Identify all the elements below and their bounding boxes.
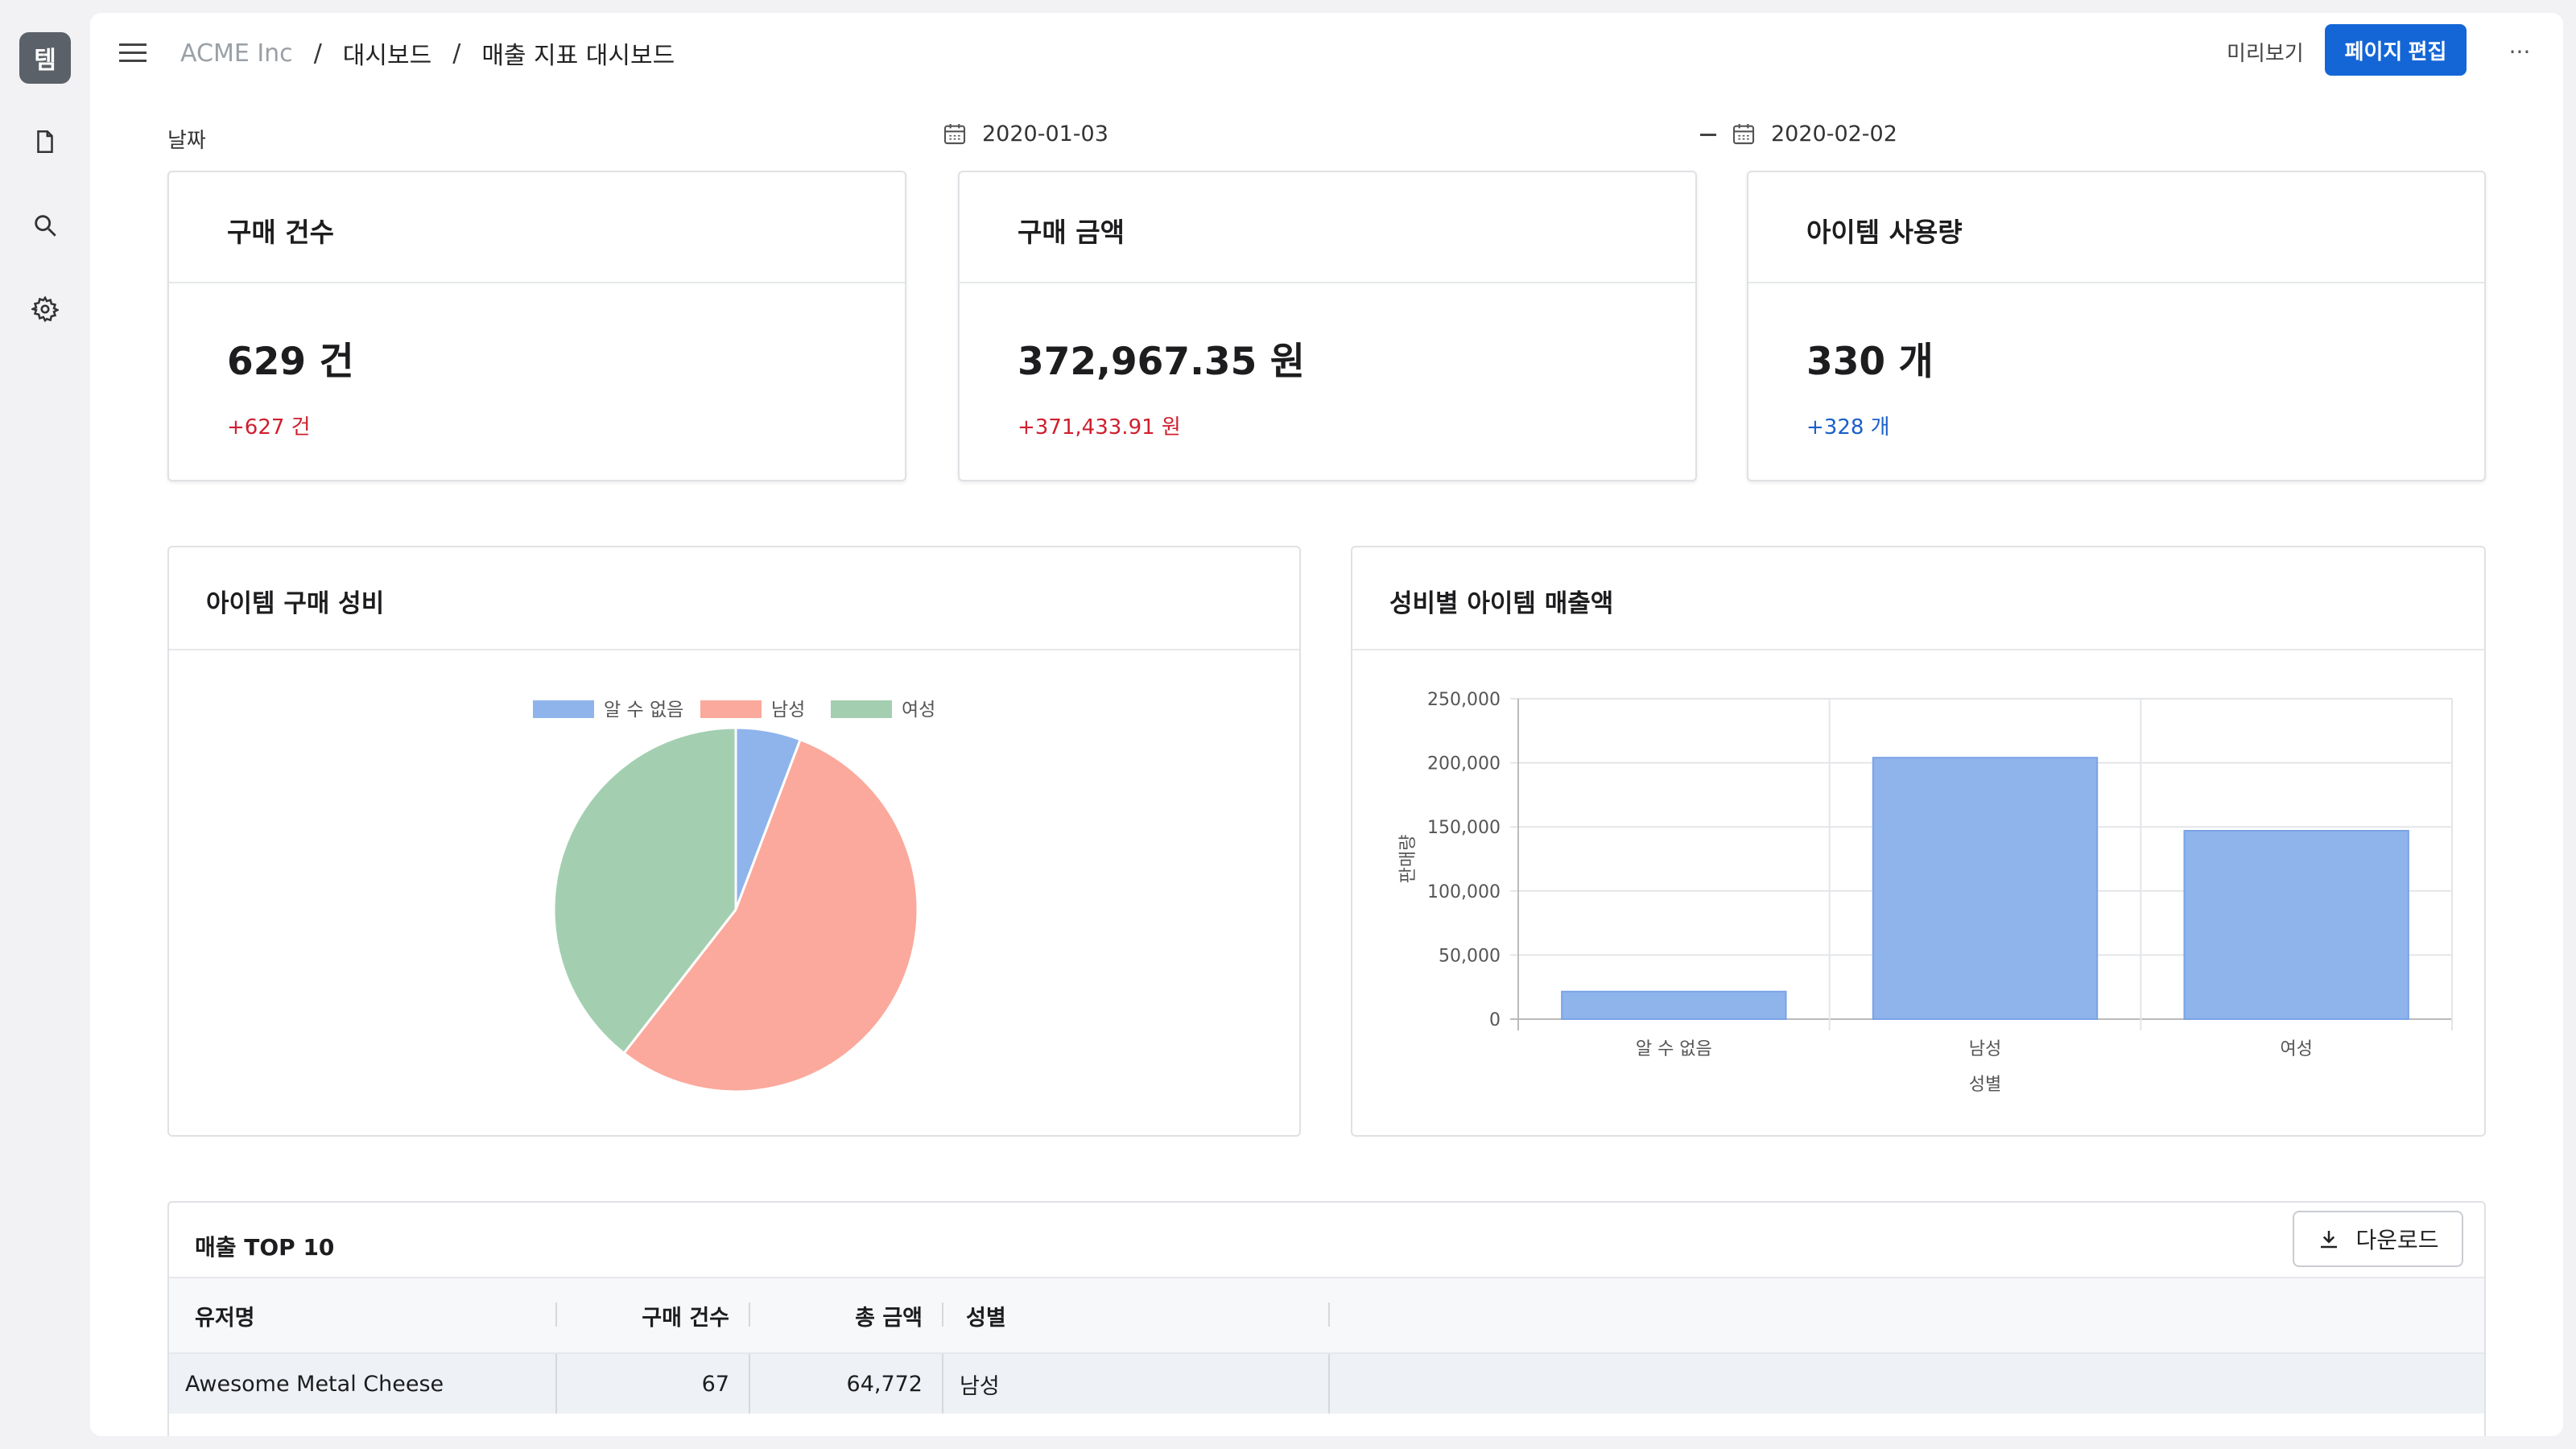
calendar-icon — [943, 124, 966, 145]
kpi-value: 372,967.35 원 — [1018, 340, 1305, 384]
panel-title: 아이템 구매 성비 — [169, 547, 1299, 650]
start-date-field[interactable]: 2020-01-03 — [942, 121, 1108, 147]
y-tick-label: 100,000 — [1427, 882, 1501, 902]
bar[interactable] — [2183, 829, 2409, 1020]
x-axis-label: 성별 — [1969, 1075, 2001, 1095]
breadcrumb: ACME Inc / 대시보드 / 매출 지표 대시보드 — [180, 35, 675, 71]
y-axis-label: 판매량 — [1398, 835, 1418, 884]
cell-user: Awesome Metal Cheese — [185, 1371, 444, 1397]
bar-chart: 0 50,000 100,000 150,000 200,000 250,000 알 수 없… — [1398, 690, 2453, 1095]
kpi-title: 구매 금액 — [960, 172, 1695, 283]
breadcrumb-page: 매출 지표 대시보드 — [481, 42, 675, 70]
download-icon — [2321, 1231, 2338, 1249]
legend-swatch[interactable] — [700, 700, 762, 718]
side-rail: 템 — [0, 0, 90, 1449]
kpi-delta: +328 개 — [1806, 415, 1890, 440]
y-tick-label: 200,000 — [1427, 754, 1501, 774]
kpi-card-item-usage: 아이템 사용량 330 개 +328 개 — [1747, 171, 2486, 481]
edit-page-button[interactable]: 페이지 편집 — [2325, 24, 2467, 76]
column-divider[interactable] — [1328, 1302, 1330, 1327]
more-options-icon[interactable]: ··· — [2502, 35, 2537, 68]
cell-divider — [942, 1354, 943, 1414]
column-header-user[interactable]: 유저명 — [195, 1278, 255, 1352]
end-date-value: 2020-02-02 — [1771, 121, 1897, 147]
calendar-icon — [1732, 124, 1755, 145]
date-filter-label: 날짜 — [167, 129, 206, 153]
breadcrumb-section[interactable]: 대시보드 — [343, 35, 431, 71]
x-tick-label: 여성 — [2280, 1039, 2312, 1059]
menu-icon[interactable] — [118, 37, 150, 69]
start-date-value: 2020-01-03 — [982, 121, 1108, 147]
table-header: 유저명 구매 건수 총 금액 성별 — [169, 1277, 2484, 1354]
pie-chart-panel: 아이템 구매 성비 알 수 없음 남성 여성 — [167, 546, 1301, 1137]
cell-gender: 남성 — [960, 1373, 1000, 1399]
bar-chart-panel: 성비별 아이템 매출액 0 50,000 100,000 150,000 200,000… — [1351, 546, 2486, 1137]
kpi-delta: +627 건 — [227, 415, 311, 440]
download-button[interactable]: 다운로드 — [2293, 1211, 2463, 1267]
x-tick-label: 남성 — [1969, 1039, 2001, 1059]
cell-amount: 64,772 — [846, 1371, 923, 1397]
cell-count: 67 — [701, 1371, 729, 1397]
column-divider[interactable] — [942, 1302, 943, 1327]
bar[interactable] — [1872, 757, 2099, 1020]
main-panel: ACME Inc / 대시보드 / 매출 지표 대시보드 미리보기 페이지 편집… — [90, 13, 2563, 1436]
y-tick-label: 50,000 — [1439, 946, 1501, 966]
column-header-amount[interactable]: 총 금액 — [749, 1278, 942, 1352]
search-icon[interactable] — [29, 209, 61, 242]
breadcrumb-org[interactable]: ACME Inc — [180, 39, 293, 68]
kpi-card-purchase-count: 구매 건수 629 건 +627 건 — [167, 171, 906, 481]
pie-chart: 알 수 없음 남성 여성 — [533, 700, 935, 1093]
kpi-title: 아이템 사용량 — [1748, 172, 2484, 283]
document-icon[interactable] — [29, 126, 61, 158]
top10-table-panel: 매출 TOP 10 다운로드 유저명 구매 건수 총 금액 성별 Awesome… — [167, 1201, 2486, 1436]
column-header-count[interactable]: 구매 건수 — [555, 1278, 749, 1352]
cell-divider — [1328, 1354, 1330, 1414]
bar[interactable] — [1561, 990, 1787, 1021]
download-label: 다운로드 — [2355, 1228, 2439, 1253]
legend-label[interactable]: 남성 — [771, 700, 805, 720]
app-logo[interactable]: 템 — [19, 32, 71, 84]
breadcrumb-separator: / — [452, 39, 461, 68]
table-title: 매출 TOP 10 — [195, 1234, 335, 1261]
y-tick-label: 250,000 — [1427, 690, 1501, 710]
kpi-value: 629 건 — [227, 340, 354, 384]
kpi-title: 구매 건수 — [169, 172, 905, 283]
legend-label[interactable]: 여성 — [902, 700, 935, 720]
kpi-delta: +371,433.91 원 — [1018, 415, 1181, 440]
date-range-separator — [1700, 134, 1716, 136]
table-row[interactable]: Awesome Metal Cheese 67 64,772 남성 — [169, 1354, 2484, 1414]
legend-swatch[interactable] — [533, 700, 594, 718]
preview-button[interactable]: 미리보기 — [2227, 37, 2304, 67]
panel-title: 성비별 아이템 매출액 — [1352, 547, 2484, 650]
end-date-field[interactable]: 2020-02-02 — [1731, 121, 1897, 147]
kpi-card-purchase-amount: 구매 금액 372,967.35 원 +371,433.91 원 — [958, 171, 1697, 481]
gear-icon[interactable] — [29, 293, 61, 325]
legend-swatch[interactable] — [831, 700, 892, 718]
kpi-value: 330 개 — [1806, 340, 1934, 384]
top-bar: ACME Inc / 대시보드 / 매출 지표 대시보드 미리보기 페이지 편집… — [90, 13, 2563, 90]
breadcrumb-separator: / — [313, 39, 322, 68]
y-tick-label: 0 — [1489, 1010, 1501, 1030]
x-tick-label: 알 수 없음 — [1636, 1039, 1712, 1059]
column-header-gender[interactable]: 성별 — [966, 1278, 1006, 1352]
legend-label[interactable]: 알 수 없음 — [604, 700, 683, 720]
y-tick-label: 150,000 — [1427, 818, 1501, 838]
